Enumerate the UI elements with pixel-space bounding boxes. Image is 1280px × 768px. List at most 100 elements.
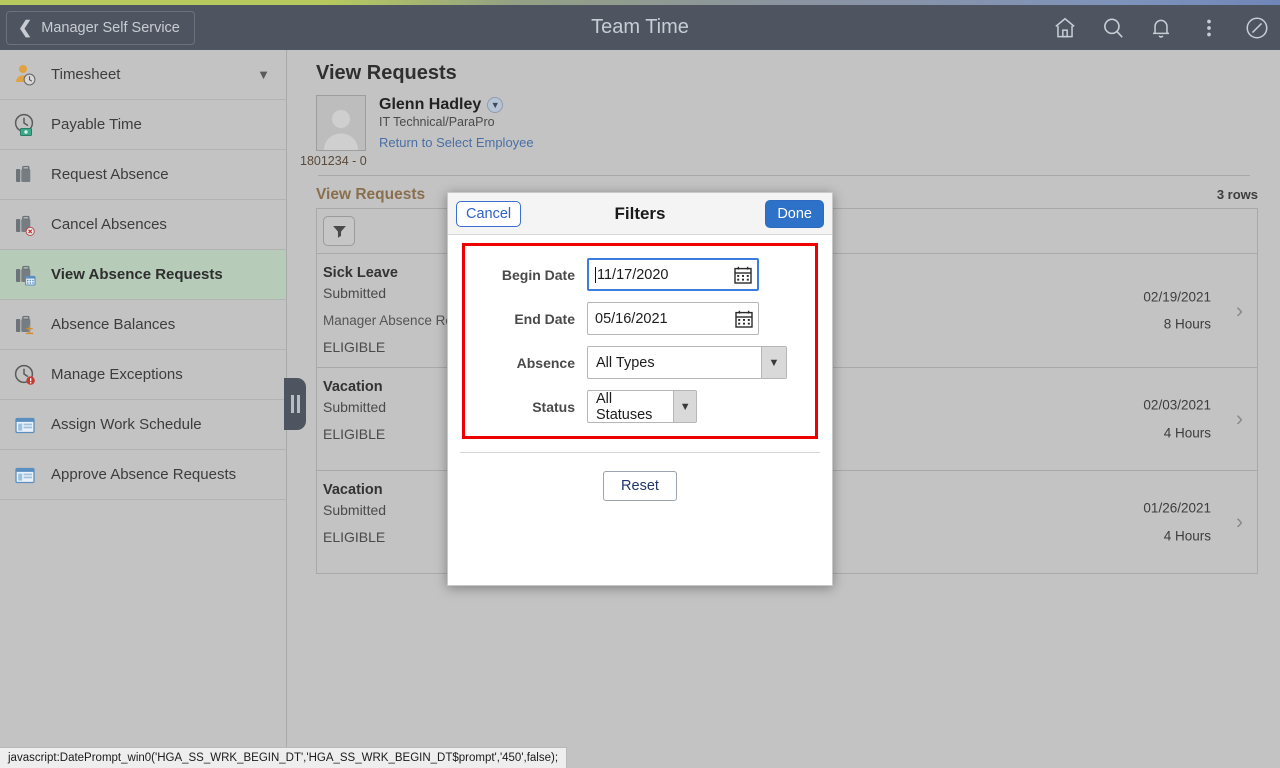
person-clock-icon [12,62,38,88]
employee-name-row: Glenn Hadley ▼ [379,96,534,114]
briefcase-balance-icon [12,312,38,338]
begin-date-row: Begin Date 11/17/2020 [465,258,805,291]
clock-alert-icon [12,362,38,388]
sidebar-item-label: Assign Work Schedule [51,416,202,433]
sidebar-item-view-absence-requests[interactable]: View Absence Requests [0,250,286,300]
request-duration: 4 Hours [1163,528,1211,543]
chevron-down-icon[interactable]: ▼ [673,391,696,422]
home-icon[interactable] [1052,15,1078,41]
modal-divider [460,452,820,453]
chevron-right-icon[interactable]: › [1236,512,1243,533]
browser-status-bar: javascript:DatePrompt_win0('HGA_SS_WRK_B… [0,747,568,768]
sidebar-item-label: Timesheet [51,66,121,83]
begin-date-value: 11/17/2020 [595,266,669,283]
sidebar-item-payable-time[interactable]: Payable Time [0,100,286,150]
absence-label: Absence [516,354,575,371]
request-duration: 4 Hours [1163,425,1211,440]
status-row: Status All Statuses ▼ [465,390,805,423]
employee-details: Glenn Hadley ▼ IT Technical/ParaPro Retu… [379,95,534,151]
application-window: ❮ Manager Self Service Team Time Timeshe… [0,0,1280,768]
rows-count-label: 3 rows [1216,187,1258,202]
sidebar-item-label: Payable Time [51,116,142,133]
sidebar-collapse-handle[interactable] [284,378,306,430]
briefcase-cancel-icon [12,212,38,238]
request-side-info: 02/19/2021 8 Hours [1143,283,1211,338]
reset-button[interactable]: Reset [603,471,677,501]
sidebar-item-assign-work-schedule[interactable]: Assign Work Schedule [0,400,286,450]
handle-bar-right [296,395,300,413]
page-title: View Requests [316,62,457,84]
handle-bar-left [290,395,294,413]
modal-header: Cancel Filters Done [448,193,832,235]
chevron-left-icon: ❮ [18,18,33,37]
back-to-manager-self-service-button[interactable]: ❮ Manager Self Service [6,10,195,45]
sidebar-item-label: Absence Balances [51,316,176,333]
employee-summary: Glenn Hadley ▼ IT Technical/ParaPro Retu… [288,85,1280,151]
sidebar-item-cancel-absences[interactable]: Cancel Absences [0,200,286,250]
briefcase-icon [12,162,38,188]
window-panel-icon [12,412,38,438]
request-duration: 8 Hours [1163,316,1211,332]
funnel-filter-icon[interactable] [323,216,355,246]
chevron-down-icon[interactable]: ▼ [257,67,270,82]
status-select[interactable]: All Statuses ▼ [587,390,697,423]
status-label: Status [532,398,575,415]
sidebar-item-request-absence[interactable]: Request Absence [0,150,286,200]
sidebar-item-label: Manage Exceptions [51,366,183,383]
left-navigation-sidebar: Timesheet ▼ Payable Time Request Absence… [0,50,287,768]
end-date-row: End Date 05/16/2021 [465,302,805,335]
end-date-label: End Date [514,310,575,327]
sidebar-item-approve-absence-requests[interactable]: Approve Absence Requests [0,450,286,500]
employee-name: Glenn Hadley [379,96,482,113]
request-date: 02/03/2021 [1143,397,1211,413]
request-date: 01/26/2021 [1143,500,1211,516]
sidebar-item-label: Cancel Absences [51,216,167,233]
search-icon[interactable] [1100,15,1126,41]
actions-kebab-icon[interactable] [1196,15,1222,41]
chevron-right-icon[interactable]: › [1236,300,1243,321]
sidebar-item-timesheet[interactable]: Timesheet ▼ [0,50,286,100]
sidebar-item-label: Request Absence [51,166,169,183]
end-date-input[interactable]: 05/16/2021 [587,302,759,335]
end-date-value: 05/16/2021 [595,310,668,327]
notifications-bell-icon[interactable] [1148,15,1174,41]
avatar [316,95,366,151]
filter-fields-group: Begin Date 11/17/2020 End Date 05/16/202… [462,243,818,439]
employee-job-title: IT Technical/ParaPro [379,115,495,129]
list-section-title: View Requests [316,186,426,203]
chevron-right-icon[interactable]: › [1236,409,1243,430]
employee-id: 1801234 - 0 [300,154,367,168]
sidebar-item-label: View Absence Requests [51,266,223,283]
top-accent-strip [0,0,1280,5]
request-side-info: 01/26/2021 4 Hours [1143,494,1211,549]
begin-date-label: Begin Date [501,266,575,283]
calendar-icon[interactable] [734,309,754,329]
begin-date-input[interactable]: 11/17/2020 [587,258,759,291]
back-button-label: Manager Self Service [41,19,180,36]
calendar-icon[interactable] [733,265,753,285]
briefcase-calendar-icon [12,262,38,288]
request-date: 02/19/2021 [1143,288,1211,304]
status-value: All Statuses [596,390,653,423]
filters-modal: Cancel Filters Done Begin Date 11/17/202… [447,192,833,586]
sidebar-item-manage-exceptions[interactable]: Manage Exceptions [0,350,286,400]
done-button[interactable]: Done [765,199,824,228]
sidebar-empty-space [0,500,286,768]
app-header: ❮ Manager Self Service Team Time [0,5,1280,50]
reset-button-wrapper: Reset [448,471,832,501]
sidebar-item-label: Approve Absence Requests [51,466,237,483]
clock-money-icon [12,112,38,138]
return-to-select-employee-link[interactable]: Return to Select Employee [379,135,534,150]
window-panel-icon [12,462,38,488]
request-side-info: 02/03/2021 4 Hours [1143,391,1211,446]
chevron-down-icon[interactable]: ▼ [761,347,786,378]
cancel-button[interactable]: Cancel [456,200,522,227]
navigator-compass-icon[interactable] [1244,15,1270,41]
header-icon-group [1052,5,1270,50]
sidebar-item-absence-balances[interactable]: Absence Balances [0,300,286,350]
absence-row: Absence All Types ▼ [465,346,805,379]
absence-type-value: All Types [596,354,655,371]
chevron-down-icon[interactable]: ▼ [487,97,504,113]
status-bar-text: javascript:DatePrompt_win0('HGA_SS_WRK_B… [8,752,559,764]
absence-type-select[interactable]: All Types ▼ [587,346,787,379]
